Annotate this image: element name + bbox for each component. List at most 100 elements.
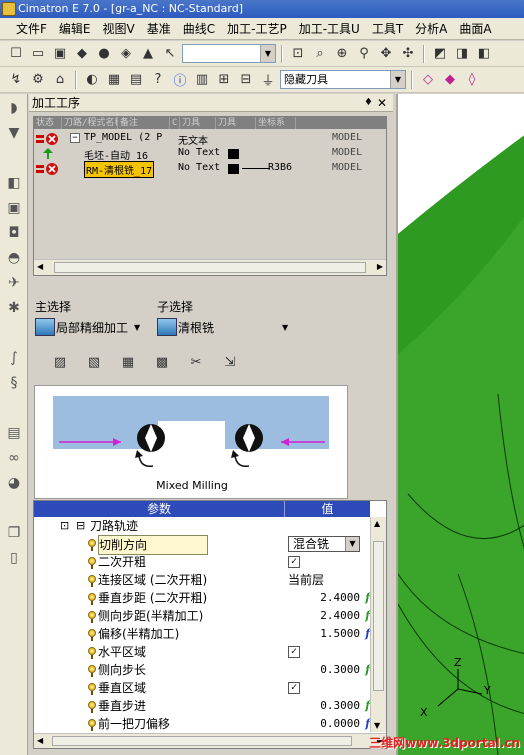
copy-icon[interactable]: ❐	[3, 522, 25, 544]
tree-column-header[interactable]: 备注	[118, 117, 170, 129]
tool-manager-icon[interactable]: ⚙	[28, 70, 48, 90]
tree-collapse-icon[interactable]: ⊟	[236, 70, 256, 90]
tree-row[interactable]: − TP_MODEL (2 P 无文本 MODEL	[34, 131, 386, 147]
gear-icon[interactable]: ✱	[3, 297, 25, 319]
parameter-checkbox[interactable]: ✓	[288, 682, 300, 694]
tool-icon[interactable]: ◆	[72, 44, 92, 64]
menu-item[interactable]: 工具T	[366, 20, 409, 37]
menu-item[interactable]: 加工-工具U	[293, 20, 366, 37]
scroll-thumb[interactable]	[373, 541, 384, 691]
scroll-thumb[interactable]	[52, 736, 352, 746]
pan-icon[interactable]: ✥	[376, 44, 396, 64]
layer-select[interactable]: ▼	[182, 44, 276, 63]
cube-icon[interactable]: ▣	[3, 197, 25, 219]
collapse-icon[interactable]: −	[70, 133, 80, 143]
open-folder-icon[interactable]: ▭	[28, 44, 48, 64]
verify-icon[interactable]: ▩	[151, 352, 173, 372]
tree-column-header[interactable]: 刀路/程式名称	[62, 117, 118, 129]
cut-direction-select[interactable]: 混合铣 ▼	[288, 536, 360, 552]
menu-item[interactable]: 加工-工艺P	[221, 20, 293, 37]
parameter-row[interactable]: 垂直步距 (二次开粗) 2.4000 f	[34, 589, 386, 607]
parameter-row[interactable]: 连接区域 (二次开粗) 当前层	[34, 571, 386, 589]
filter-icon[interactable]: ⏚	[258, 70, 278, 90]
graphics-viewport[interactable]: Y X Z	[396, 94, 524, 755]
parameter-row[interactable]: 垂直步进 0.3000 f	[34, 697, 386, 715]
view-front-icon[interactable]: ◨	[452, 44, 472, 64]
help-icon[interactable]: ?	[148, 70, 168, 90]
menu-item[interactable]: 基准	[141, 20, 177, 37]
sub-selection-combo[interactable]: 清根铣 ▼	[157, 316, 288, 338]
new-file-icon[interactable]: ☐	[6, 44, 26, 64]
blob-icon[interactable]: ◕	[3, 472, 25, 494]
tree-column-header[interactable]: 刀具	[216, 117, 256, 129]
fillet-icon[interactable]: ◓	[3, 247, 25, 269]
parameter-row[interactable]: 切削方向 混合铣 ▼	[34, 535, 386, 555]
parameter-value[interactable]: 0.0000	[320, 715, 360, 733]
tree-horizontal-scrollbar[interactable]: ◀ ▶	[34, 259, 386, 275]
view-top-icon[interactable]: ◧	[474, 44, 494, 64]
edit-procedure-icon[interactable]: ▧	[83, 352, 105, 372]
parameter-value[interactable]: 2.4000	[320, 607, 360, 625]
shading-icon[interactable]: ◗	[3, 97, 25, 119]
menu-item[interactable]: 曲面A	[453, 20, 497, 37]
menu-item[interactable]: 分析A	[409, 20, 453, 37]
tree-row[interactable]: 毛坯-自动_16 No Text MODEL	[34, 146, 386, 162]
rotate-icon[interactable]: ✣	[398, 44, 418, 64]
tool-filter-select[interactable]: 隐藏刀具 ▼	[280, 70, 406, 89]
parameter-checkbox[interactable]: ✓	[288, 556, 300, 568]
new-procedure-icon[interactable]: ▨	[49, 352, 71, 372]
pin-icon[interactable]: ♦	[364, 97, 377, 108]
view-iso-icon[interactable]: ◩	[430, 44, 450, 64]
list-icon[interactable]: ▤	[126, 70, 146, 90]
tree-expand-icon[interactable]: ⊞	[214, 70, 234, 90]
properties-icon[interactable]: ▥	[192, 70, 212, 90]
drill-icon[interactable]: ▼	[3, 122, 25, 144]
collapse-icon[interactable]: ⊟	[76, 517, 85, 535]
scroll-right-icon[interactable]: ▶	[377, 262, 383, 271]
tree-row[interactable]: RM-清根铣_17 No Text R3B6 MODEL	[34, 161, 386, 178]
zoom-dynamic-icon[interactable]: ⊕	[332, 44, 352, 64]
menu-item[interactable]: 视图V	[97, 20, 141, 37]
parameter-row[interactable]: 垂直区域 ✓	[34, 679, 386, 697]
cloud-icon[interactable]: ●	[94, 44, 114, 64]
zoom-icon[interactable]: ⚲	[354, 44, 374, 64]
parameter-row[interactable]: 前一把刀偏移 0.0000 f	[34, 715, 386, 733]
tree-column-header[interactable]: 状态	[34, 117, 62, 129]
menu-item[interactable]: 编辑E	[53, 20, 97, 37]
wireframe-icon[interactable]: ◊	[462, 70, 482, 90]
parameter-row[interactable]: 偏移(半精加工) 1.5000 f	[34, 625, 386, 643]
parameter-vertical-scrollbar[interactable]: ▲ ▼	[370, 517, 386, 732]
save-icon[interactable]: ▣	[50, 44, 70, 64]
tools-icon[interactable]: ✂	[185, 352, 207, 372]
plane-icon[interactable]: ◈	[116, 44, 136, 64]
execute-icon[interactable]: ▦	[117, 352, 139, 372]
tree-column-header[interactable]: 坐标系	[256, 117, 296, 129]
zoom-window-icon[interactable]: ⌕	[310, 44, 330, 64]
parameter-horizontal-scrollbar[interactable]: ◀ ▶	[34, 733, 386, 748]
parameter-group-row[interactable]: ⊡ ⊟ 刀路轨迹	[34, 517, 386, 535]
face-icon[interactable]: ◘	[3, 222, 25, 244]
parameter-row[interactable]: 侧向步长 0.3000 f	[34, 661, 386, 679]
simulation-icon[interactable]: ◐	[82, 70, 102, 90]
parameter-row[interactable]: 水平区域 ✓	[34, 643, 386, 661]
post-icon[interactable]: ⇲	[219, 352, 241, 372]
scroll-up-icon[interactable]: ▲	[374, 519, 380, 528]
parameter-value[interactable]: 0.3000	[320, 661, 360, 679]
toolpath-icon[interactable]: ↯	[6, 70, 26, 90]
surface-icon[interactable]: ◇	[418, 70, 438, 90]
tree-column-header[interactable]: C	[170, 117, 180, 129]
parameter-row[interactable]: 二次开粗 ✓	[34, 553, 386, 571]
navigator-icon[interactable]: ▦	[104, 70, 124, 90]
close-icon[interactable]: ✕	[377, 96, 393, 110]
parameter-value[interactable]: 当前层	[288, 571, 324, 589]
page-icon[interactable]: ▯	[3, 547, 25, 569]
box-icon[interactable]: ◧	[3, 172, 25, 194]
parameter-row[interactable]: 侧向步距(半精加工) 2.4000 f	[34, 607, 386, 625]
machine-icon[interactable]: ⌂	[50, 70, 70, 90]
scroll-left-icon[interactable]: ◀	[37, 262, 43, 271]
scroll-down-icon[interactable]: ▼	[374, 721, 380, 730]
arrow-icon[interactable]: ↖	[160, 44, 180, 64]
tree-column-header[interactable]: 刀具	[180, 117, 216, 129]
solid-icon[interactable]: ◆	[440, 70, 460, 90]
main-selection-combo[interactable]: 局部精细加工 ▼	[35, 316, 140, 338]
